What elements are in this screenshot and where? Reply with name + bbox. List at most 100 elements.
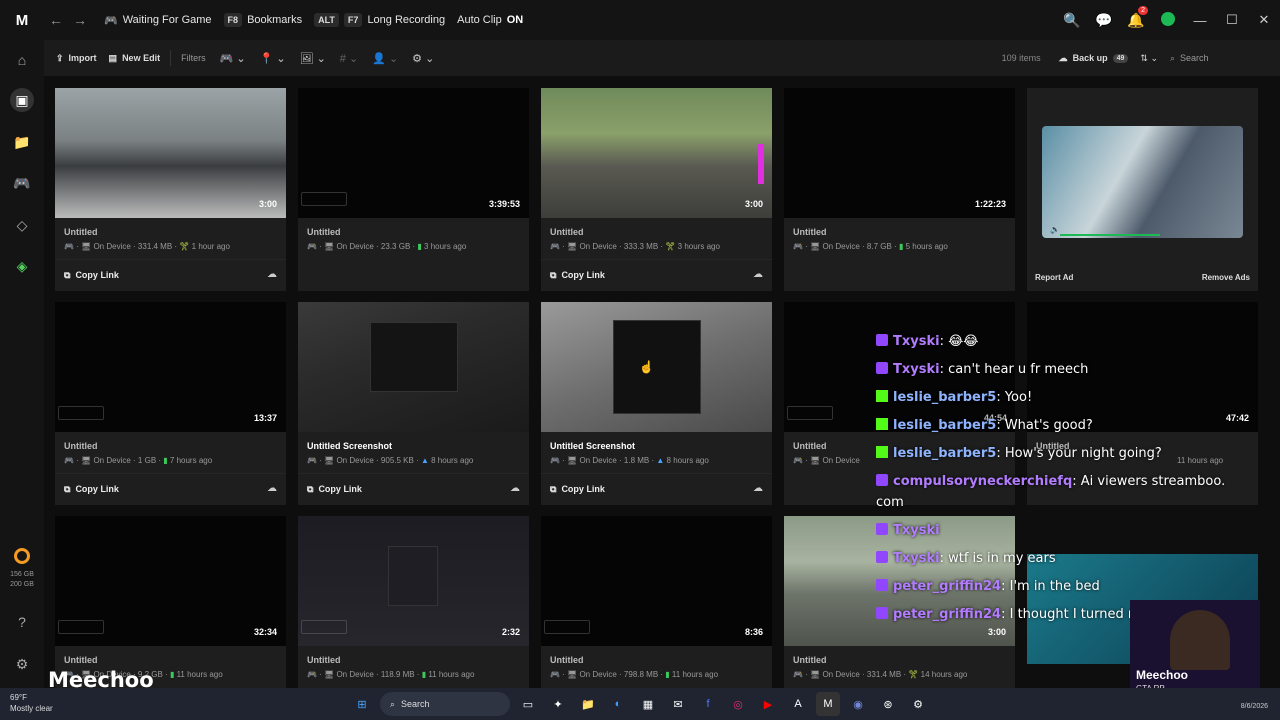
close-icon[interactable]: ✕ <box>1248 12 1280 28</box>
clip-thumbnail[interactable]: 3:00 <box>55 88 286 218</box>
storage-ring-icon[interactable] <box>14 548 30 564</box>
forward-arrow-icon[interactable]: → <box>68 12 92 28</box>
clip-card[interactable]: 3:00 Untitled 🎮 · 🖥 On Device · 331.4 MB… <box>55 88 286 291</box>
copy-link-button[interactable]: ⧉ Copy Link <box>550 270 605 281</box>
upload-cloud-icon[interactable]: ☁ <box>267 269 277 280</box>
home-icon[interactable]: ⌂ <box>12 50 32 70</box>
clip-card[interactable]: 32:34 Untitled 🎮 · 🖥 On Device · 9.2 GB … <box>55 516 286 688</box>
facebook-icon[interactable]: f <box>696 692 720 716</box>
premium-gem-icon[interactable]: ◇ <box>12 215 32 235</box>
copy-link-button[interactable]: ⧉ Copy Link <box>64 484 119 495</box>
edge-icon[interactable]: ◐ <box>606 692 630 716</box>
clip-title[interactable]: Untitled <box>550 655 584 665</box>
upload-cloud-icon[interactable]: ☁ <box>510 483 520 494</box>
games-icon[interactable]: 🎮 <box>12 173 32 193</box>
windows-start-icon[interactable]: ⊞ <box>350 692 374 716</box>
youtube-icon[interactable]: ▶ <box>756 692 780 716</box>
new-edit-button[interactable]: ▤ New Edit <box>109 53 161 64</box>
video-icon: ▮ <box>898 242 904 251</box>
settings-app-icon[interactable]: ⚙ <box>906 692 930 716</box>
discord-icon[interactable]: ◉ <box>846 692 870 716</box>
clip-title[interactable]: Untitled Screenshot <box>550 441 635 451</box>
mail-icon[interactable]: ✉ <box>666 692 690 716</box>
remove-ads-link[interactable]: Remove Ads <box>1202 273 1250 282</box>
clip-thumbnail[interactable]: ☝ <box>541 302 772 432</box>
clip-title[interactable]: Untitled <box>64 441 98 451</box>
search-icon[interactable]: 🔍 <box>1056 12 1088 29</box>
clip-thumbnail[interactable] <box>298 302 529 432</box>
search-input[interactable]: ⌕ Search <box>1170 53 1270 64</box>
taskbar-search[interactable]: ⌕ Search <box>380 692 510 716</box>
clip-card[interactable]: 8:36 Untitled 🎮 · 🖥 On Device · 798.8 MB… <box>541 516 772 688</box>
store-icon[interactable]: ▦ <box>636 692 660 716</box>
minimize-icon[interactable]: — <box>1184 13 1216 28</box>
clip-card[interactable]: Untitled Screenshot 🎮 · 🖥 On Device · 90… <box>298 302 529 505</box>
task-view-icon[interactable]: ▭ <box>516 692 540 716</box>
bookmarks-hotkey[interactable]: F8 Bookmarks <box>223 13 302 27</box>
folder-icon[interactable]: 📁 <box>12 132 32 152</box>
maximize-icon[interactable]: ☐ <box>1216 12 1248 28</box>
steam-icon[interactable]: ⊛ <box>876 692 900 716</box>
screenshot-window <box>613 320 701 414</box>
medal-app-icon[interactable]: M <box>816 692 840 716</box>
clip-card[interactable]: 13:37 Untitled 🎮 · 🖥 On Device · 1 GB · … <box>55 302 286 505</box>
clip-thumbnail[interactable]: 8:36 <box>541 516 772 646</box>
report-ad-link[interactable]: Report Ad <box>1035 273 1073 282</box>
clip-title[interactable]: Untitled <box>64 227 98 237</box>
text-app-icon[interactable]: A <box>786 692 810 716</box>
media-filter-icon[interactable]: 🖼 ⌄ <box>300 52 326 65</box>
profile-status-icon[interactable] <box>1152 11 1184 29</box>
clip-title[interactable]: Untitled <box>550 227 584 237</box>
clip-title[interactable]: Untitled <box>307 227 341 237</box>
ad-image[interactable]: 🔈 <box>1042 126 1243 238</box>
tag-filter-icon[interactable]: # ⌄ <box>340 52 358 65</box>
settings-filter-icon[interactable]: ⚙ ⌄ <box>412 52 434 65</box>
clip-thumbnail[interactable]: 32:34 <box>55 516 286 646</box>
clip-title[interactable]: Untitled Screenshot <box>307 441 392 451</box>
upload-cloud-icon[interactable]: ☁ <box>267 483 277 494</box>
copy-link-button[interactable]: ⧉ Copy Link <box>64 270 119 281</box>
location-filter-icon[interactable]: 📍 ⌄ <box>260 52 286 65</box>
boost-icon[interactable]: ◈ <box>12 256 32 276</box>
clip-card[interactable]: 3:00 Untitled 🎮 · 🖥 On Device · 331.4 MB… <box>784 516 1015 688</box>
clip-card[interactable]: ☝ Untitled Screenshot 🎮 · 🖥 On Device · … <box>541 302 772 505</box>
file-explorer-icon[interactable]: 📁 <box>576 692 600 716</box>
auto-clip-toggle[interactable]: Auto Clip ON <box>457 14 523 26</box>
backup-button[interactable]: ☁ Back up 49 <box>1059 53 1129 64</box>
back-arrow-icon[interactable]: ← <box>44 12 68 28</box>
clip-thumbnail[interactable]: 3:39:53 <box>298 88 529 218</box>
recording-hotkey[interactable]: ALT F7 Long Recording <box>314 13 445 27</box>
clip-title[interactable]: Untitled <box>793 227 827 237</box>
library-icon[interactable]: ▣ <box>10 88 34 112</box>
import-button[interactable]: ⇪ Import <box>56 53 97 64</box>
copilot-icon[interactable]: ✦ <box>546 692 570 716</box>
settings-gear-icon[interactable]: ⚙ <box>12 654 32 674</box>
upload-cloud-icon[interactable]: ☁ <box>753 483 763 494</box>
clip-thumbnail[interactable]: 13:37 <box>55 302 286 432</box>
clip-card[interactable]: 1:22:23 Untitled 🎮 · 🖥 On Device · 8.7 G… <box>784 88 1015 291</box>
bell-icon[interactable]: 🔔 2 <box>1120 5 1152 29</box>
clip-title[interactable]: Untitled <box>793 655 827 665</box>
game-filter-icon[interactable]: 🎮 ⌄ <box>220 52 246 65</box>
help-icon[interactable]: ? <box>12 612 32 632</box>
clip-title[interactable]: Untitled <box>793 441 827 451</box>
weather-widget[interactable]: 69°F Mostly clear <box>10 692 53 714</box>
clip-thumbnail[interactable]: 2:32 <box>298 516 529 646</box>
clip-card[interactable]: 3:39:53 Untitled 🎮 · 🖥 On Device · 23.3 … <box>298 88 529 291</box>
clip-thumbnail[interactable]: 1:22:23 <box>784 88 1015 218</box>
chat-icon[interactable]: 💬 <box>1088 12 1120 29</box>
speaker-icon[interactable]: 🔈 <box>1050 225 1060 234</box>
clip-card[interactable]: 3:00 Untitled 🎮 · 🖥 On Device · 333.3 MB… <box>541 88 772 291</box>
instagram-icon[interactable]: ◎ <box>726 692 750 716</box>
clip-thumbnail[interactable]: 3:00 <box>541 88 772 218</box>
copy-link-button[interactable]: ⧉ Copy Link <box>307 484 362 495</box>
upload-cloud-icon[interactable]: ☁ <box>753 269 763 280</box>
ad-card[interactable]: 🔈 Report Ad Remove Ads <box>1027 88 1258 291</box>
user-filter-icon[interactable]: 👤 ⌄ <box>372 52 398 65</box>
sort-icon[interactable]: ⇅ ⌄ <box>1140 53 1158 64</box>
clip-card[interactable]: 2:32 Untitled 🎮 · 🖥 On Device · 118.9 MB… <box>298 516 529 688</box>
clip-title[interactable]: Untitled <box>307 655 341 665</box>
copy-link-button[interactable]: ⧉ Copy Link <box>550 484 605 495</box>
clip-title[interactable]: Untitled <box>64 655 98 665</box>
medal-logo-icon[interactable]: M <box>0 12 44 29</box>
